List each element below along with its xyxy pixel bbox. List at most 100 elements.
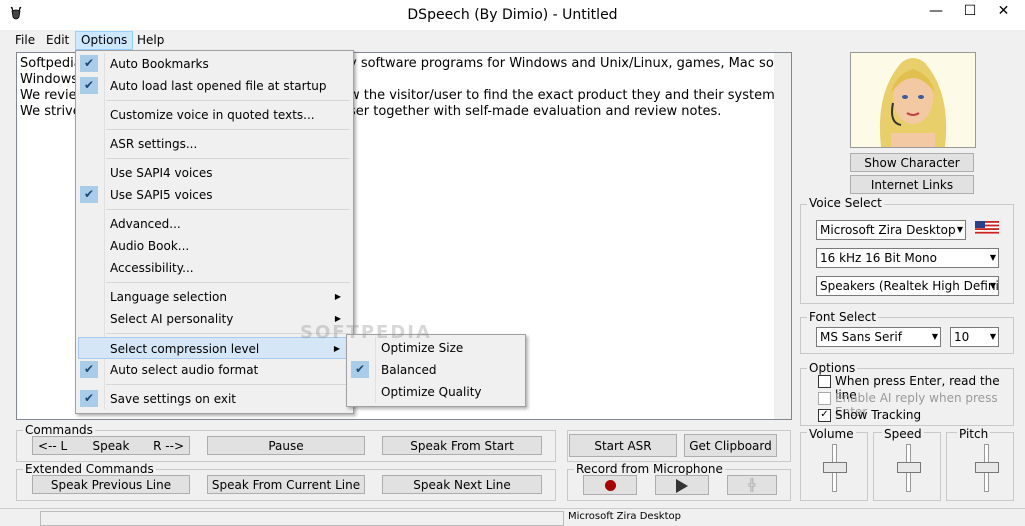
speak-label: Speak bbox=[92, 439, 130, 453]
menu-item-save-settings[interactable]: ✔ Save settings on exit bbox=[78, 388, 349, 410]
menu-separator bbox=[106, 282, 350, 283]
font-size-value: 10 bbox=[954, 330, 970, 344]
speak-next-line-button[interactable]: Speak Next Line bbox=[382, 475, 542, 494]
menu-item-optimize-quality[interactable]: Optimize Quality bbox=[349, 381, 521, 403]
menu-item-label: Use SAPI4 voices bbox=[110, 166, 213, 180]
character-panel bbox=[850, 52, 976, 148]
menu-item-asr-settings[interactable]: ASR settings... bbox=[78, 133, 349, 155]
menu-item-label: Customize voice in quoted texts... bbox=[110, 108, 315, 122]
menu-item-sapi4[interactable]: Use SAPI4 voices bbox=[78, 162, 349, 184]
pause-button[interactable]: Pause bbox=[207, 436, 365, 455]
record-label: Record from Microphone bbox=[574, 462, 725, 476]
menu-edit[interactable]: Edit bbox=[41, 32, 74, 49]
chevron-down-icon: ▼ bbox=[989, 281, 996, 290]
pitch-slider[interactable] bbox=[975, 462, 999, 473]
menu-item-auto-load[interactable]: ✔ Auto load last opened file at startup bbox=[78, 75, 349, 97]
window-title: DSpeech (By Dimio) - Untitled bbox=[407, 7, 618, 23]
menu-separator bbox=[106, 129, 350, 130]
text-line: ser together with self-made evaluation a… bbox=[349, 104, 722, 119]
menu-item-auto-bookmarks[interactable]: ✔ Auto Bookmarks bbox=[78, 53, 349, 75]
show-character-button[interactable]: Show Character bbox=[850, 153, 974, 172]
text-line: We revie bbox=[20, 88, 77, 103]
menu-item-label: ASR settings... bbox=[110, 137, 198, 151]
extended-commands-label: Extended Commands bbox=[23, 462, 156, 476]
menu-item-customize-voice[interactable]: Customize voice in quoted texts... bbox=[78, 104, 349, 126]
check-icon: ✔ bbox=[80, 390, 98, 407]
options-group-label: Options bbox=[807, 361, 858, 375]
speak-button[interactable]: <-- L Speak R --> bbox=[32, 436, 190, 455]
speak-from-start-button[interactable]: Speak From Start bbox=[382, 436, 542, 455]
menu-item-audio-book[interactable]: Audio Book... bbox=[78, 235, 349, 257]
font-select-label: Font Select bbox=[807, 310, 878, 324]
menu-item-label: Use SAPI5 voices bbox=[110, 188, 213, 202]
menu-item-label: Advanced... bbox=[110, 217, 181, 231]
menu-options[interactable]: Options bbox=[75, 31, 134, 50]
menu-item-label: Accessibility... bbox=[110, 261, 194, 275]
volume-label: Volume bbox=[807, 427, 856, 441]
font-combo[interactable]: MS Sans Serif ▼ bbox=[816, 327, 941, 347]
menu-item-sapi5[interactable]: ✔ Use SAPI5 voices bbox=[78, 184, 349, 206]
stop-button: ╬ bbox=[727, 475, 777, 495]
audio-output-value: Speakers (Realtek High Definition A bbox=[820, 279, 999, 293]
menu-item-language-selection[interactable]: Language selection ▶ bbox=[78, 286, 349, 308]
audio-output-combo[interactable]: Speakers (Realtek High Definition A▼ bbox=[816, 276, 999, 296]
menu-separator bbox=[106, 158, 350, 159]
volume-slider[interactable] bbox=[823, 462, 847, 473]
status-voice: Microsoft Zira Desktop bbox=[568, 511, 681, 522]
menu-separator bbox=[106, 209, 350, 210]
menu-item-balanced[interactable]: ✔ Balanced bbox=[349, 359, 521, 381]
check-icon: ✔ bbox=[80, 361, 98, 378]
record-button[interactable] bbox=[583, 475, 637, 495]
pitch-label: Pitch bbox=[957, 427, 991, 441]
play-button[interactable] bbox=[655, 475, 709, 495]
text-line: Softpedia bbox=[20, 56, 82, 71]
menu-item-label: Auto Bookmarks bbox=[110, 57, 209, 71]
check-icon: ✔ bbox=[80, 55, 98, 72]
status-bar: Microsoft Zira Desktop bbox=[0, 508, 1025, 526]
menu-bar: File Edit Options Help bbox=[0, 31, 1025, 50]
title-bar: DSpeech (By Dimio) - Untitled — ☐ ✕ bbox=[0, 0, 1025, 30]
ai-reply-checkbox bbox=[818, 392, 831, 405]
menu-help[interactable]: Help bbox=[132, 32, 169, 49]
compression-submenu: Optimize Size ✔ Balanced Optimize Qualit… bbox=[346, 334, 526, 407]
voice-combo[interactable]: Microsoft Zira Desktop ▼ bbox=[816, 220, 966, 240]
show-tracking-label: Show Tracking bbox=[835, 408, 922, 422]
show-tracking-checkbox[interactable]: ✓ bbox=[818, 409, 831, 422]
read-line-checkbox[interactable] bbox=[818, 375, 831, 388]
font-size-combo[interactable]: 10 ▼ bbox=[950, 327, 999, 347]
menu-item-advanced[interactable]: Advanced... bbox=[78, 213, 349, 235]
check-icon: ✔ bbox=[80, 186, 98, 203]
internet-links-button[interactable]: Internet Links bbox=[850, 175, 974, 194]
chevron-down-icon: ▼ bbox=[931, 332, 938, 341]
text-line: y software programs for Windows and Unix… bbox=[349, 56, 792, 71]
voice-select-label: Voice Select bbox=[807, 196, 884, 210]
play-icon bbox=[676, 479, 688, 493]
text-line: We strive bbox=[20, 104, 81, 119]
audio-format-combo[interactable]: 16 kHz 16 Bit Mono ▼ bbox=[816, 248, 999, 268]
menu-item-label: Auto select audio format bbox=[110, 363, 259, 377]
get-clipboard-button[interactable]: Get Clipboard bbox=[684, 434, 777, 457]
font-value: MS Sans Serif bbox=[820, 330, 902, 344]
close-button[interactable]: ✕ bbox=[982, 0, 1025, 22]
chevron-down-icon: ▼ bbox=[956, 225, 963, 234]
menu-item-accessibility[interactable]: Accessibility... bbox=[78, 257, 349, 279]
menu-item-label: Select AI personality bbox=[110, 312, 234, 326]
check-icon: ✔ bbox=[80, 77, 98, 94]
check-icon: ✔ bbox=[351, 361, 369, 378]
commands-label: Commands bbox=[23, 423, 95, 437]
character-avatar[interactable] bbox=[851, 53, 975, 147]
menu-item-auto-audio-format[interactable]: ✔ Auto select audio format bbox=[78, 359, 349, 381]
vertical-scrollbar[interactable] bbox=[774, 53, 791, 419]
menu-item-label: Language selection bbox=[110, 290, 227, 304]
watermark: SOFTPEDIA bbox=[300, 322, 432, 343]
text-line: w the visitor/user to find the exact pro… bbox=[349, 88, 792, 103]
menu-file[interactable]: File bbox=[10, 32, 40, 49]
speak-from-current-line-button[interactable]: Speak From Current Line bbox=[207, 475, 365, 494]
speed-slider[interactable] bbox=[897, 462, 921, 473]
record-icon bbox=[604, 480, 616, 491]
us-flag-icon bbox=[975, 221, 999, 234]
audio-format-value: 16 kHz 16 Bit Mono bbox=[820, 251, 937, 265]
text-line: Windows bbox=[20, 72, 79, 87]
start-asr-button[interactable]: Start ASR bbox=[569, 434, 677, 457]
speak-previous-line-button[interactable]: Speak Previous Line bbox=[32, 475, 190, 494]
